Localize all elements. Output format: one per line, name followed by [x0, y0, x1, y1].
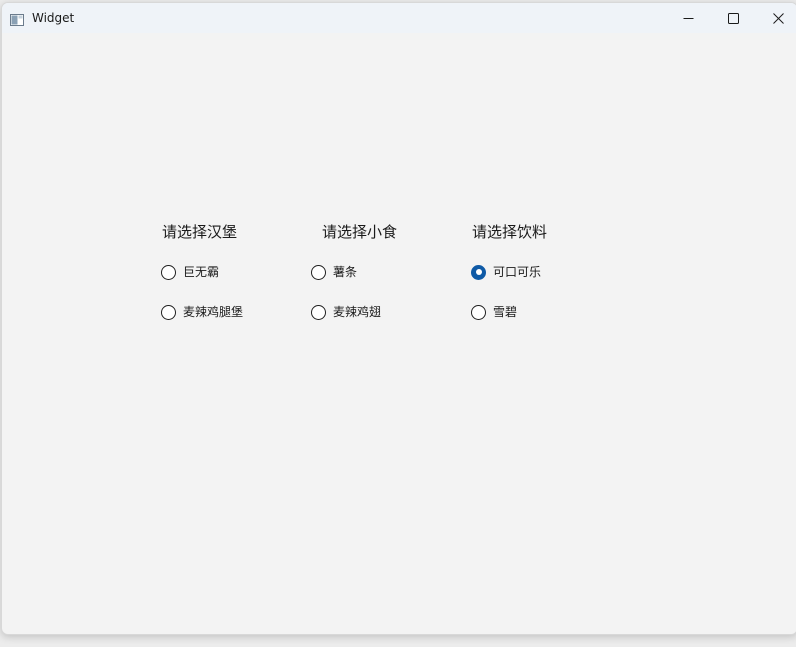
- app-window-icon: [10, 11, 24, 26]
- burger-group-title: 请选择汉堡: [162, 223, 238, 241]
- minimize-button[interactable]: [665, 3, 711, 33]
- radio-indicator[interactable]: [161, 264, 176, 280]
- maximize-button[interactable]: [710, 3, 756, 33]
- minimize-icon: [683, 13, 694, 24]
- title-bar[interactable]: Widget: [2, 3, 796, 33]
- drink-group-title: 请选择饮料: [472, 223, 548, 241]
- close-icon: [772, 12, 784, 24]
- radio-label[interactable]: 麦辣鸡翅: [333, 304, 381, 320]
- maximize-icon: [727, 12, 739, 24]
- radio-spicy-chicken-burger[interactable]: 麦辣鸡腿堡: [161, 303, 243, 321]
- radio-label[interactable]: 可口可乐: [493, 264, 541, 280]
- radio-fries[interactable]: 薯条: [311, 263, 357, 281]
- radio-label[interactable]: 麦辣鸡腿堡: [183, 304, 243, 320]
- radio-label[interactable]: 巨无霸: [183, 264, 219, 280]
- close-button[interactable]: [755, 3, 796, 33]
- radio-label[interactable]: 雪碧: [493, 304, 517, 320]
- main-window: Widget 请选择汉堡 巨无霸 麦辣鸡腿堡 请选择小食 薯条 麦辣鸡翅 请选择…: [1, 2, 796, 635]
- radio-indicator[interactable]: [311, 304, 326, 320]
- radio-indicator[interactable]: [471, 304, 486, 320]
- radio-sprite[interactable]: 雪碧: [471, 303, 517, 321]
- radio-indicator-checked[interactable]: [471, 264, 486, 280]
- radio-coca-cola[interactable]: 可口可乐: [471, 263, 541, 281]
- snack-group-title: 请选择小食: [322, 223, 398, 241]
- radio-spicy-wings[interactable]: 麦辣鸡翅: [311, 303, 381, 321]
- radio-indicator[interactable]: [311, 264, 326, 280]
- radio-indicator[interactable]: [161, 304, 176, 320]
- window-title: Widget: [32, 11, 75, 25]
- radio-label[interactable]: 薯条: [333, 264, 357, 280]
- radio-big-mac[interactable]: 巨无霸: [161, 263, 219, 281]
